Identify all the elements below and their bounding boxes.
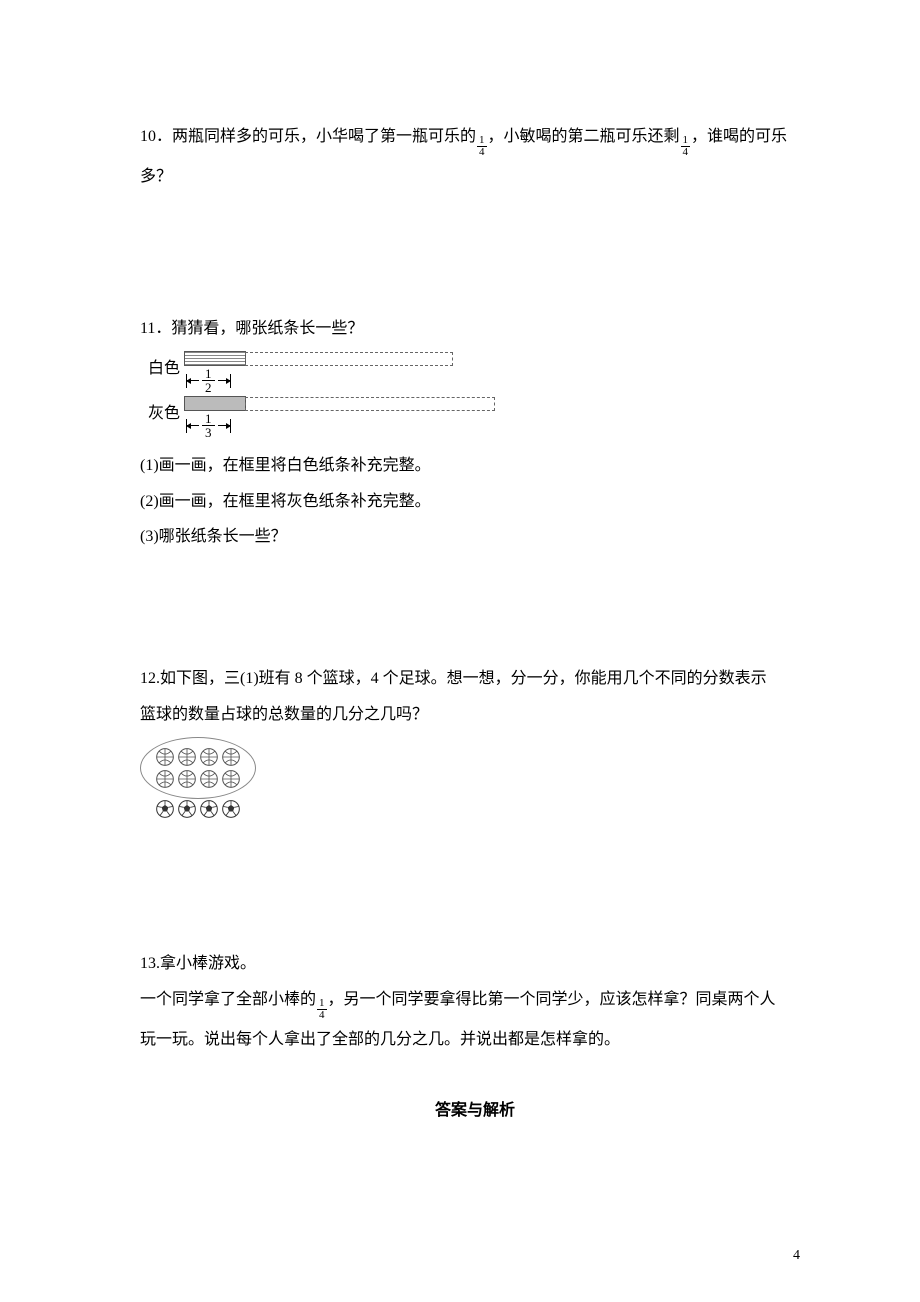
- white-rects: [184, 351, 453, 366]
- page-number: 4: [793, 1241, 800, 1270]
- q13-line2: 玩一玩。说出每个人拿出了全部的几分之几。并说出都是怎样拿的。: [140, 1023, 810, 1057]
- grey-segment: [184, 396, 246, 411]
- soccer-icon: [221, 799, 241, 819]
- soccer-icon: [177, 799, 197, 819]
- q13-text-a: 一个同学拿了全部小棒的: [140, 991, 316, 1008]
- arrow-right: [218, 380, 230, 381]
- q11-sub2: (2)画一画，在框里将灰色纸条补充完整。: [140, 485, 810, 519]
- q10-line1: 10．两瓶同样多的可乐，小华喝了第一瓶可乐的14，小敏喝的第二瓶可乐还剩14，谁…: [140, 120, 810, 158]
- fraction-1-4: 14: [317, 998, 327, 1021]
- q12-image: [140, 737, 810, 819]
- spacer: [140, 592, 810, 662]
- basketball-row-2: [155, 769, 241, 789]
- question-12: 12.如下图，三(1)班有 8 个篮球，4 个足球。想一想，分一分，你能用几个不…: [140, 662, 810, 819]
- basketball-icon: [221, 747, 241, 767]
- q12-line1: 12.如下图，三(1)班有 8 个篮球，4 个足球。想一想，分一分，你能用几个不…: [140, 662, 810, 696]
- basketball-icon: [221, 769, 241, 789]
- question-13: 13.拿小棒游戏。 一个同学拿了全部小棒的14，另一个同学要拿得比第一个同学少，…: [140, 947, 810, 1056]
- grey-frame: [245, 397, 495, 411]
- spacer: [140, 857, 810, 947]
- q10-text-c: ，谁喝的可乐: [691, 128, 787, 145]
- basketball-icon: [199, 769, 219, 789]
- fraction-1-4: 14: [681, 135, 691, 158]
- basketball-icon: [177, 747, 197, 767]
- balls-plate: [140, 737, 256, 799]
- grey-rects: [184, 396, 495, 411]
- basketball-icon: [155, 747, 175, 767]
- white-strip-cell: 12: [184, 351, 453, 394]
- answer-heading: 答案与解析: [140, 1094, 810, 1128]
- basketball-icon: [155, 769, 175, 789]
- basketball-icon: [199, 747, 219, 767]
- fraction-1-3: 13: [202, 412, 215, 439]
- soccer-row: [140, 799, 256, 819]
- question-11: 11．猜猜看，哪张纸条长一些？ 白色 12: [140, 312, 810, 554]
- arrow-left: [187, 380, 199, 381]
- white-segment: [184, 351, 246, 366]
- q11-sub1: (1)画一画，在框里将白色纸条补充完整。: [140, 449, 810, 483]
- q12-line2: 篮球的数量占球的总数量的几分之几吗？: [140, 698, 810, 732]
- arrow-left: [187, 425, 199, 426]
- fraction-1-4: 14: [477, 135, 487, 158]
- q10-text-a: 10．两瓶同样多的可乐，小华喝了第一瓶可乐的: [140, 128, 476, 145]
- spacer: [140, 232, 810, 312]
- soccer-icon: [155, 799, 175, 819]
- grey-strip-row: 灰色 13: [140, 396, 810, 439]
- white-strip-row: 白色 12: [140, 351, 810, 394]
- question-10: 10．两瓶同样多的可乐，小华喝了第一瓶可乐的14，小敏喝的第二瓶可乐还剩14，谁…: [140, 120, 810, 194]
- q10-text-b: ，小敏喝的第二瓶可乐还剩: [488, 128, 680, 145]
- basketball-icon: [177, 769, 197, 789]
- q11-sub3: (3)哪张纸条长一些？: [140, 520, 810, 554]
- q11-title: 11．猜猜看，哪张纸条长一些？: [140, 312, 810, 346]
- white-fraction-arrow: 12: [184, 367, 231, 394]
- basketball-row-1: [155, 747, 241, 767]
- q13-line1: 一个同学拿了全部小棒的14，另一个同学要拿得比第一个同学少，应该怎样拿？同桌两个…: [140, 983, 810, 1021]
- grey-label: 灰色: [140, 396, 184, 431]
- q11-diagram: 白色 12 灰色: [140, 351, 810, 439]
- white-frame: [245, 352, 453, 366]
- fraction-1-2: 12: [202, 367, 215, 394]
- grey-fraction-arrow: 13: [184, 412, 231, 439]
- white-label: 白色: [140, 351, 184, 386]
- soccer-icon: [199, 799, 219, 819]
- q13-title: 13.拿小棒游戏。: [140, 947, 810, 981]
- arrow-right: [218, 425, 230, 426]
- q13-text-b: ，另一个同学要拿得比第一个同学少，应该怎样拿？同桌两个人: [328, 991, 776, 1008]
- q10-line2: 多？: [140, 160, 810, 194]
- grey-strip-cell: 13: [184, 396, 495, 439]
- page: 10．两瓶同样多的可乐，小华喝了第一瓶可乐的14，小敏喝的第二瓶可乐还剩14，谁…: [0, 0, 920, 1128]
